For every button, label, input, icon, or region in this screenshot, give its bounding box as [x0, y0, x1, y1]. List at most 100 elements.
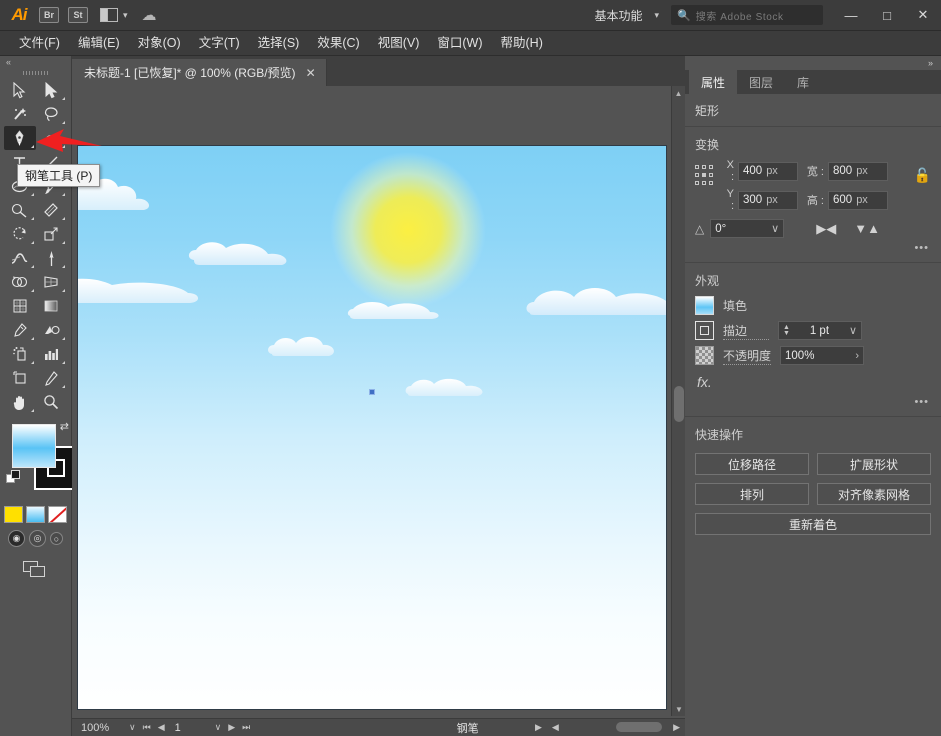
toolpanel-collapse-button[interactable]: « [0, 56, 71, 68]
horizontal-scrollbar-thumb[interactable] [616, 722, 662, 732]
bridge-button[interactable]: Br [39, 7, 59, 23]
menu-view[interactable]: 视图(V) [369, 31, 429, 56]
draw-normal-button[interactable]: ◉ [8, 530, 25, 547]
fill-color-swatch[interactable] [695, 296, 714, 315]
y-input[interactable]: 300 px [738, 191, 798, 210]
minimize-button[interactable]: — [833, 0, 869, 31]
column-graph-tool[interactable] [36, 342, 68, 366]
page-number-input[interactable]: 1 [172, 722, 208, 734]
first-page-icon[interactable]: ⏮ [143, 722, 151, 733]
status-more-icon[interactable]: ▶ [530, 722, 547, 733]
scroll-left-arrow-icon[interactable]: ◀ [547, 722, 564, 733]
tab-properties[interactable]: 属性 [689, 70, 737, 94]
fill-swatch[interactable] [12, 424, 56, 468]
maximize-button[interactable]: □ [869, 0, 905, 31]
offset-path-button[interactable]: 位移路径 [695, 453, 809, 475]
appearance-more-options[interactable]: ••• [685, 392, 941, 408]
stroke-color-swatch[interactable] [695, 321, 714, 340]
mesh-tool[interactable] [4, 294, 36, 318]
slice-tool[interactable] [36, 366, 68, 390]
zoom-chevron-icon[interactable]: ∨ [124, 722, 141, 733]
rotate-tool[interactable] [4, 222, 36, 246]
free-transform-tool[interactable] [36, 246, 68, 270]
menu-edit[interactable]: 编辑(E) [69, 31, 129, 56]
recolor-button[interactable]: 重新着色 [695, 513, 931, 535]
menu-effect[interactable]: 效果(C) [308, 31, 368, 56]
transform-more-options[interactable]: ••• [685, 238, 941, 254]
stroke-label[interactable]: 描边 [723, 322, 769, 340]
flip-vertical-icon[interactable]: ▼▲ [854, 221, 880, 236]
opacity-input[interactable]: 100% › [780, 346, 864, 365]
zoom-level-input[interactable]: 100% [78, 721, 124, 735]
close-button[interactable]: ✕ [905, 0, 941, 31]
none-fill-button[interactable] [48, 506, 67, 523]
scroll-up-arrow-icon[interactable]: ▲ [672, 86, 685, 100]
draw-inside-button[interactable]: ○ [50, 532, 63, 545]
curvature-tool[interactable] [36, 126, 68, 150]
arrange-button[interactable]: 排列 [695, 483, 809, 505]
width-input[interactable]: 800 px [828, 162, 888, 181]
zoom-tool[interactable] [36, 390, 68, 414]
close-icon[interactable]: ✕ [306, 66, 316, 80]
screen-mode-button[interactable] [0, 561, 71, 579]
reference-point-selector[interactable] [695, 165, 715, 187]
magic-wand-tool[interactable] [4, 102, 36, 126]
eraser-tool[interactable] [36, 198, 68, 222]
symbol-sprayer-tool[interactable] [4, 342, 36, 366]
menu-select[interactable]: 选择(S) [249, 31, 309, 56]
hand-tool[interactable] [4, 390, 36, 414]
height-input[interactable]: 600 px [828, 191, 888, 210]
blend-tool[interactable] [36, 318, 68, 342]
tab-libraries[interactable]: 库 [785, 70, 821, 94]
pen-tool[interactable] [4, 126, 36, 150]
horizontal-scrollbar-track[interactable] [564, 722, 668, 732]
default-fill-stroke-icon[interactable] [6, 470, 20, 484]
unlink-icon[interactable]: 🔓 [914, 167, 931, 184]
menu-type[interactable]: 文字(T) [190, 31, 249, 56]
draw-behind-button[interactable]: ◎ [29, 530, 46, 547]
page-chevron-icon[interactable]: ∨ [215, 722, 222, 733]
menu-file[interactable]: 文件(F) [10, 31, 69, 56]
chevron-down-icon[interactable]: ∨ [849, 324, 857, 337]
stock-button[interactable]: St [68, 7, 88, 23]
scroll-down-arrow-icon[interactable]: ▼ [672, 702, 686, 716]
x-input[interactable]: 400 px [738, 162, 798, 181]
panel-collapse-button[interactable]: » [685, 56, 941, 70]
opacity-label[interactable]: 不透明度 [723, 347, 771, 365]
scale-tool[interactable] [36, 222, 68, 246]
stepper-icon[interactable]: ▲▼ [783, 325, 790, 337]
width-tool[interactable] [4, 246, 36, 270]
prev-page-icon[interactable]: ◀ [158, 722, 165, 733]
scroll-right-arrow-icon[interactable]: ▶ [668, 722, 685, 733]
selection-tool[interactable] [4, 78, 36, 102]
workspace-switcher[interactable]: 基本功能 ▾ [586, 4, 667, 26]
artboard[interactable] [77, 145, 667, 710]
perspective-grid-tool[interactable] [36, 270, 68, 294]
chevron-down-icon[interactable]: ▾ [654, 10, 659, 21]
search-input[interactable]: 🔍 搜索 Adobe Stock [671, 5, 823, 25]
swap-fill-stroke-icon[interactable]: ⇄ [60, 420, 69, 433]
eyedropper-tool[interactable] [4, 318, 36, 342]
next-page-icon[interactable]: ▶ [228, 722, 235, 733]
lasso-tool[interactable] [36, 102, 68, 126]
direct-selection-tool[interactable] [36, 78, 68, 102]
rotation-angle-input[interactable]: 0° ∨ [710, 219, 784, 238]
horizontal-scrollbar[interactable]: ▶ ◀ ▶ [530, 718, 685, 736]
align-pixel-grid-button[interactable]: 对齐像素网格 [817, 483, 931, 505]
vertical-scrollbar-thumb[interactable] [674, 386, 684, 422]
menu-help[interactable]: 帮助(H) [492, 31, 552, 56]
chevron-down-icon[interactable]: ∨ [771, 222, 779, 235]
flip-horizontal-icon[interactable]: ▶◀ [816, 221, 836, 237]
opacity-expand-icon[interactable]: › [855, 350, 859, 362]
cloud-sync-icon[interactable]: ☁ [142, 6, 157, 24]
shaper-tool[interactable] [4, 198, 36, 222]
last-page-icon[interactable]: ⏭ [242, 722, 250, 733]
canvas-area[interactable] [72, 86, 685, 716]
color-fill-button[interactable] [4, 506, 23, 523]
toolpanel-grip[interactable] [0, 68, 71, 78]
shape-builder-tool[interactable] [4, 270, 36, 294]
opacity-swatch[interactable] [695, 346, 714, 365]
path-anchor-point[interactable] [369, 389, 375, 395]
vertical-scrollbar[interactable]: ▲ ▼ [671, 86, 685, 716]
chevron-down-icon[interactable]: ▾ [123, 10, 128, 21]
